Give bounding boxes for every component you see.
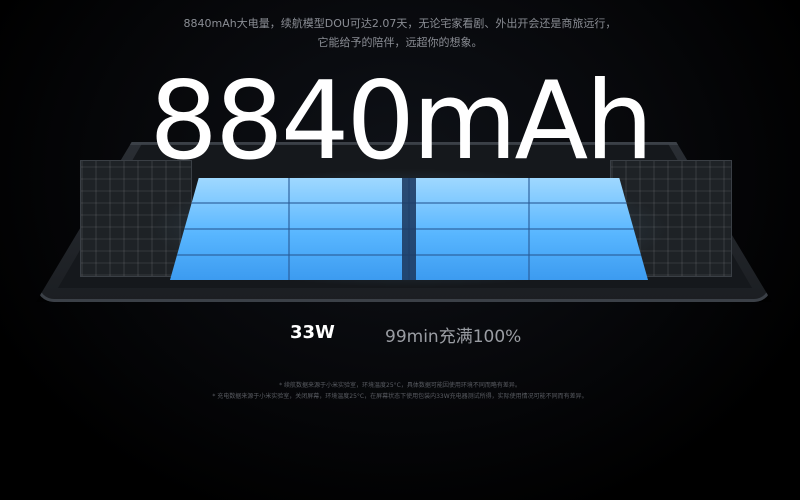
intro-line-1: 8840mAh大电量，续航模型DOU可达2.07天，无论宅家看剧、外出开会还是商…	[183, 17, 617, 30]
charging-time: 99min充满100%	[385, 327, 522, 347]
battery-cell-grid	[170, 178, 648, 280]
intro-text: 8840mAh大电量，续航模型DOU可达2.07天，无论宅家看剧、外出开会还是商…	[0, 14, 800, 52]
battery-promo-page: 8840mAh大电量，续航模型DOU可达2.07天，无论宅家看剧、外出开会还是商…	[0, 0, 800, 500]
footnote-2: * 充电数据来源于小米实验室，关闭屏幕，环境温度25°C，在屏幕状态下使用包装内…	[212, 393, 588, 400]
footnote-1: * 续航数据来源于小米实验室，环境温度25°C，具体数据可能因使用环境不同而略有…	[279, 382, 521, 389]
charging-stats: 33W 99min充满100%	[0, 322, 800, 350]
battery-capacity-headline: 8840mAh	[149, 59, 653, 184]
footnotes: * 续航数据来源于小米实验室，环境温度25°C，具体数据可能因使用环境不同而略有…	[0, 380, 800, 402]
charging-power: 33W	[290, 322, 335, 343]
intro-line-2: 它能给予的陪伴，远超你的想象。	[317, 36, 483, 49]
battery-cells	[170, 178, 648, 280]
